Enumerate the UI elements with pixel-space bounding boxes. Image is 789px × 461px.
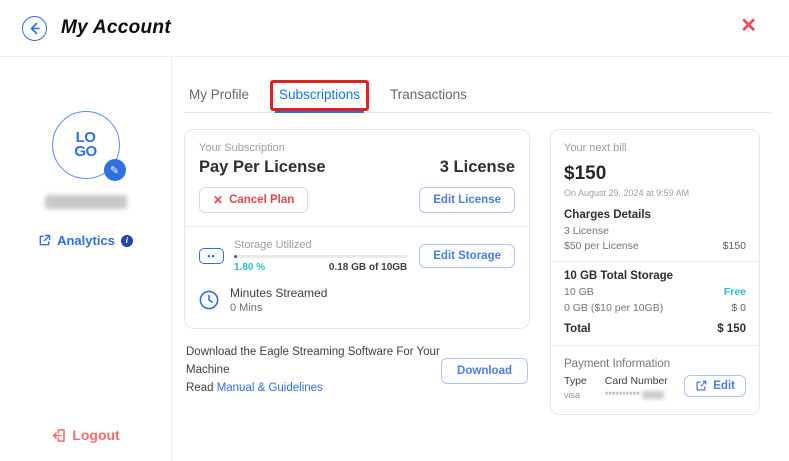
- edit-storage-button[interactable]: Edit Storage: [419, 244, 515, 268]
- tab-subscriptions[interactable]: Subscriptions: [278, 81, 361, 112]
- storage-free-value: Free: [724, 286, 746, 298]
- logout-icon: [51, 428, 66, 443]
- total-label: Total: [564, 323, 591, 335]
- arrow-left-icon: [28, 22, 41, 35]
- edit-payment-label: Edit: [713, 380, 735, 392]
- storage-paid-value: $ 0: [731, 302, 746, 314]
- analytics-link[interactable]: Analytics i: [38, 233, 133, 248]
- storage-label: Storage Utilized: [234, 239, 407, 251]
- tab-label: Transactions: [390, 87, 467, 102]
- storage-icon: ••: [199, 248, 224, 264]
- page-title: My Account: [61, 17, 171, 39]
- charges-details-label: Charges Details: [564, 209, 746, 221]
- tab-label: My Profile: [189, 87, 249, 102]
- next-bill-card: Your next bill $150 On August 29, 2024 a…: [550, 129, 760, 415]
- divider: [551, 345, 759, 346]
- edit-payment-button[interactable]: Edit: [684, 375, 746, 397]
- download-text: Download the Eagle Streaming Software Fo…: [186, 346, 440, 376]
- read-prefix: Read: [186, 382, 217, 394]
- subscription-card: Your Subscription Pay Per License 3 Lice…: [184, 129, 530, 329]
- active-tab-underline: [275, 111, 364, 113]
- download-section: Download the Eagle Streaming Software Fo…: [184, 344, 530, 397]
- payment-type-label: Type: [564, 375, 587, 387]
- download-label: Download: [457, 365, 512, 377]
- edit-license-button[interactable]: Edit License: [419, 187, 515, 213]
- storage-paid-label: 0 GB ($10 per 10GB): [564, 302, 663, 314]
- storage-percent: 1.80 %: [234, 262, 265, 273]
- edit-license-label: Edit License: [433, 194, 501, 206]
- minutes-value: 0 Mins: [230, 302, 327, 314]
- payment-info-label: Payment Information: [564, 358, 746, 370]
- tab-bar: My Profile Subscriptions Transactions: [184, 75, 771, 113]
- download-button[interactable]: Download: [441, 358, 528, 384]
- cancel-plan-button[interactable]: ✕ Cancel Plan: [199, 187, 308, 213]
- tab-label: Subscriptions: [279, 87, 360, 102]
- back-button[interactable]: [22, 16, 47, 41]
- storage-free-label: 10 GB: [564, 286, 594, 298]
- storage-progress-bar: [234, 255, 407, 258]
- payment-type-value: visa: [564, 390, 587, 400]
- analytics-label: Analytics: [57, 233, 115, 248]
- clock-icon: [199, 290, 219, 310]
- card-number-label: Card Number: [605, 375, 681, 387]
- tab-transactions[interactable]: Transactions: [389, 81, 468, 112]
- storage-progress-fill: [234, 255, 237, 258]
- sidebar: LO GO ✎ Analytics i Logout: [0, 57, 172, 461]
- edit-icon: [695, 380, 707, 392]
- info-icon[interactable]: i: [121, 235, 133, 247]
- plan-name: Pay Per License: [199, 158, 326, 177]
- cancel-x-icon: ✕: [213, 193, 223, 207]
- charge-license-line2: $50 per License: [564, 240, 639, 252]
- external-link-icon: [38, 234, 51, 247]
- card-number-mask: **********: [605, 390, 640, 400]
- header: My Account ✕: [0, 0, 789, 57]
- logout-label: Logout: [72, 427, 119, 443]
- bill-date: On August 29, 2024 at 9:59 AM: [564, 188, 746, 198]
- logout-button[interactable]: Logout: [51, 427, 119, 443]
- bill-amount: $150: [564, 163, 746, 185]
- total-value: $ 150: [717, 323, 746, 335]
- bill-section-label: Your next bill: [564, 142, 746, 154]
- subscription-section-label: Your Subscription: [199, 142, 515, 154]
- cancel-plan-label: Cancel Plan: [229, 194, 294, 206]
- tab-my-profile[interactable]: My Profile: [188, 81, 250, 112]
- avatar-logo-text: GO: [74, 145, 96, 159]
- close-icon[interactable]: ✕: [740, 16, 757, 36]
- username-redacted: [45, 195, 127, 209]
- license-count: 3 License: [440, 158, 515, 177]
- minutes-label: Minutes Streamed: [230, 286, 327, 300]
- charge-license-line1: 3 License: [564, 225, 639, 237]
- storage-usage: 0.18 GB of 10GB: [329, 262, 407, 273]
- charge-license-amount: $150: [723, 240, 746, 252]
- card-number-redacted: [642, 391, 664, 399]
- edit-storage-label: Edit Storage: [433, 250, 501, 262]
- main-content: My Profile Subscriptions Transactions Yo…: [172, 57, 789, 461]
- avatar-edit-icon[interactable]: ✎: [104, 159, 126, 181]
- storage-header: 10 GB Total Storage: [564, 270, 746, 282]
- manual-guidelines-link[interactable]: Manual & Guidelines: [217, 382, 323, 394]
